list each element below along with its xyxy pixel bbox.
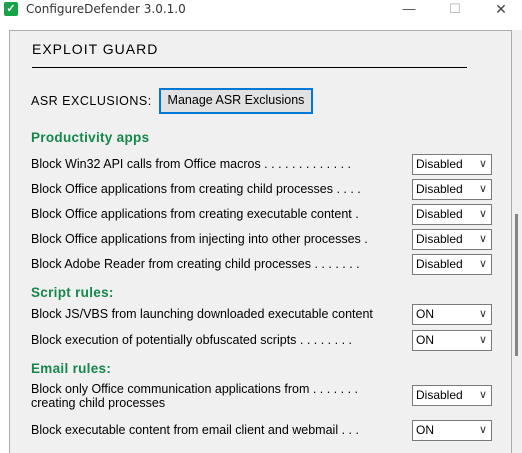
scrollbar-thumb[interactable] xyxy=(515,214,518,356)
rule-label: Block Office applications from creating … xyxy=(31,207,359,221)
exploit-guard-panel: EXPLOIT GUARD ASR EXCLUSIONS: Manage ASR… xyxy=(9,30,512,453)
chevron-down-icon: ∨ xyxy=(478,158,487,170)
rule-select[interactable]: Disabled ∨ xyxy=(412,254,492,275)
select-value: ON xyxy=(416,333,434,347)
select-value: ON xyxy=(416,307,434,321)
group-title-email: Email rules: xyxy=(31,361,112,376)
section-divider xyxy=(32,67,467,68)
rule-label: Block only Office communication applicat… xyxy=(31,382,358,410)
select-value: Disabled xyxy=(416,388,463,402)
rule-label: Block Office applications from creating … xyxy=(31,182,361,196)
rule-select[interactable]: Disabled ∨ xyxy=(412,179,492,200)
chevron-down-icon: ∨ xyxy=(478,389,487,401)
rule-select[interactable]: Disabled ∨ xyxy=(412,204,492,225)
section-title: EXPLOIT GUARD xyxy=(32,41,159,57)
rule-label: Block executable content from email clie… xyxy=(31,423,359,437)
chevron-down-icon: ∨ xyxy=(478,334,487,346)
rule-select[interactable]: Disabled ∨ xyxy=(412,385,492,406)
group-title-script: Script rules: xyxy=(31,285,114,300)
select-value: Disabled xyxy=(416,157,463,171)
title-bar: ✓ ConfigureDefender 3.0.1.0 — ☐ ✕ xyxy=(0,0,522,20)
shield-check-icon: ✓ xyxy=(4,2,18,16)
rule-select[interactable]: Disabled ∨ xyxy=(412,229,492,250)
chevron-down-icon: ∨ xyxy=(478,424,487,436)
chevron-down-icon: ∨ xyxy=(478,208,487,220)
close-button[interactable]: ✕ xyxy=(478,0,522,20)
minimize-button[interactable]: — xyxy=(386,0,432,20)
rule-label: Block Adobe Reader from creating child p… xyxy=(31,257,360,271)
select-value: Disabled xyxy=(416,182,463,196)
rule-label: Block Office applications from injecting… xyxy=(31,232,368,246)
select-value: Disabled xyxy=(416,232,463,246)
chevron-down-icon: ∨ xyxy=(478,233,487,245)
chevron-down-icon: ∨ xyxy=(478,308,487,320)
maximize-button[interactable]: ☐ xyxy=(432,0,478,20)
window-title: ConfigureDefender 3.0.1.0 xyxy=(26,2,186,16)
rule-label: Block execution of potentially obfuscate… xyxy=(31,333,352,347)
group-title-productivity: Productivity apps xyxy=(31,130,150,145)
asr-exclusions-label: ASR EXCLUSIONS: xyxy=(31,94,152,108)
rule-select[interactable]: ON ∨ xyxy=(412,330,492,351)
rule-select[interactable]: ON ∨ xyxy=(412,420,492,441)
manage-asr-exclusions-button[interactable]: Manage ASR Exclusions xyxy=(159,88,313,114)
rule-label: Block JS/VBS from launching downloaded e… xyxy=(31,307,373,321)
chevron-down-icon: ∨ xyxy=(478,258,487,270)
select-value: Disabled xyxy=(416,257,463,271)
rule-select[interactable]: Disabled ∨ xyxy=(412,154,492,175)
chevron-down-icon: ∨ xyxy=(478,183,487,195)
select-value: Disabled xyxy=(416,207,463,221)
select-value: ON xyxy=(416,423,434,437)
rule-select[interactable]: ON ∨ xyxy=(412,304,492,325)
rule-label: Block Win32 API calls from Office macros… xyxy=(31,157,351,171)
vertical-scrollbar[interactable] xyxy=(512,30,522,453)
